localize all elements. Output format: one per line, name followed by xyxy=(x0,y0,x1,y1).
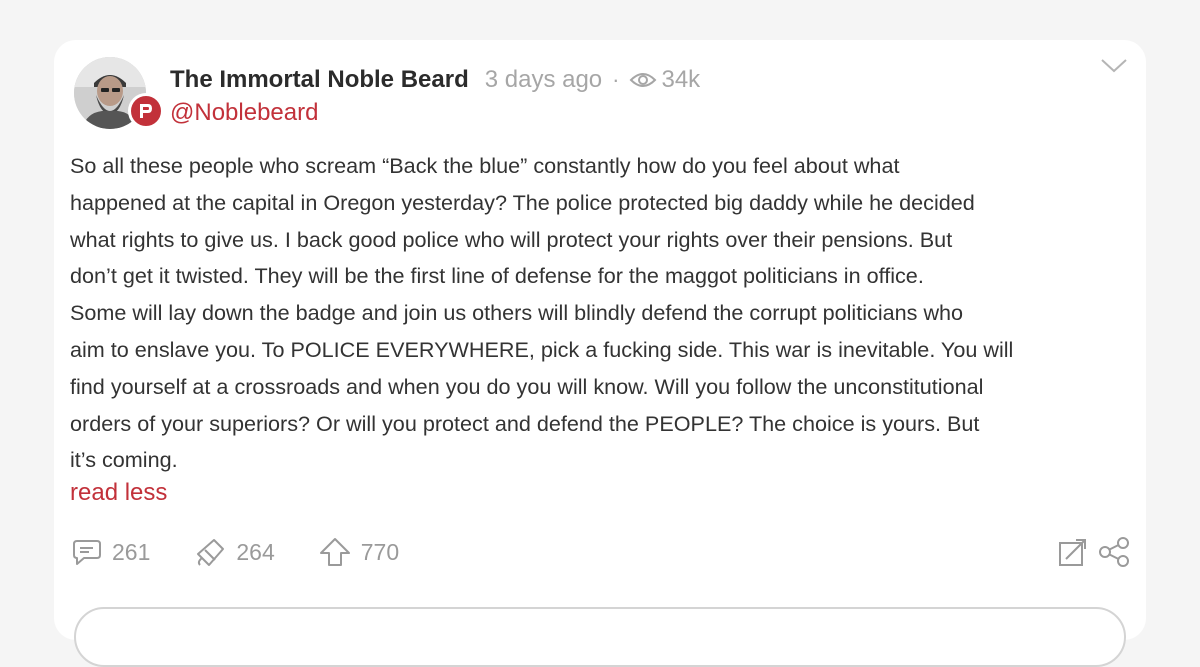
view-count-value: 34k xyxy=(661,66,701,93)
post-body-line: happened at the capital in Oregon yester… xyxy=(70,189,975,215)
post-body: So all these people who scream “Back the… xyxy=(70,148,1132,479)
chevron-down-icon xyxy=(1101,59,1127,73)
post-secondary-actions xyxy=(1058,534,1130,570)
expand-button[interactable] xyxy=(1058,537,1088,567)
meta-separator: · xyxy=(612,67,620,92)
post-body-line: it’s coming. xyxy=(70,447,178,473)
post-menu-button[interactable] xyxy=(1099,54,1129,76)
view-count: 34k xyxy=(629,66,700,94)
upvote-arrow-icon xyxy=(319,538,350,566)
post-body-line: what rights to give us. I back good poli… xyxy=(70,226,953,252)
post-actions: 261 264 770 xyxy=(72,534,443,570)
post-timestamp: 3 days ago xyxy=(484,66,603,93)
upvote-button[interactable]: 770 xyxy=(319,537,399,567)
post-card: The Immortal Noble Beard 3 days ago · 34… xyxy=(54,40,1146,667)
post-body-line: aim to enslave you. To POLICE EVERYWHERE… xyxy=(70,336,1014,362)
author-line: The Immortal Noble Beard 3 days ago · 34… xyxy=(170,64,700,96)
upvote-count: 770 xyxy=(360,538,400,565)
read-less-link[interactable]: read less xyxy=(70,479,167,507)
comment-button[interactable]: 261 xyxy=(72,538,150,566)
comment-input[interactable] xyxy=(74,607,1126,667)
parler-logo-badge-icon xyxy=(128,93,164,129)
share-icon xyxy=(1099,537,1129,567)
comment-count: 261 xyxy=(112,538,151,565)
expand-icon xyxy=(1059,539,1086,566)
echo-button[interactable]: 264 xyxy=(194,537,275,567)
post-body-line: don’t get it twisted. They will be the f… xyxy=(70,263,924,289)
post-body-line: orders of your superiors? Or will you pr… xyxy=(70,410,980,436)
post-body-line: Some will lay down the badge and join us… xyxy=(70,300,964,326)
author-display-name[interactable]: The Immortal Noble Beard xyxy=(170,66,469,94)
eye-icon xyxy=(630,73,657,87)
share-button[interactable] xyxy=(1098,537,1130,567)
post-body-line: find yourself at a crossroads and when y… xyxy=(70,373,984,399)
echo-count: 264 xyxy=(236,538,275,565)
comment-icon xyxy=(73,540,101,565)
echo-megaphone-icon xyxy=(197,539,225,566)
post-body-line: So all these people who scream “Back the… xyxy=(70,153,900,178)
author-avatar-wrap[interactable] xyxy=(74,57,164,129)
author-handle[interactable]: @Noblebeard xyxy=(170,99,318,127)
